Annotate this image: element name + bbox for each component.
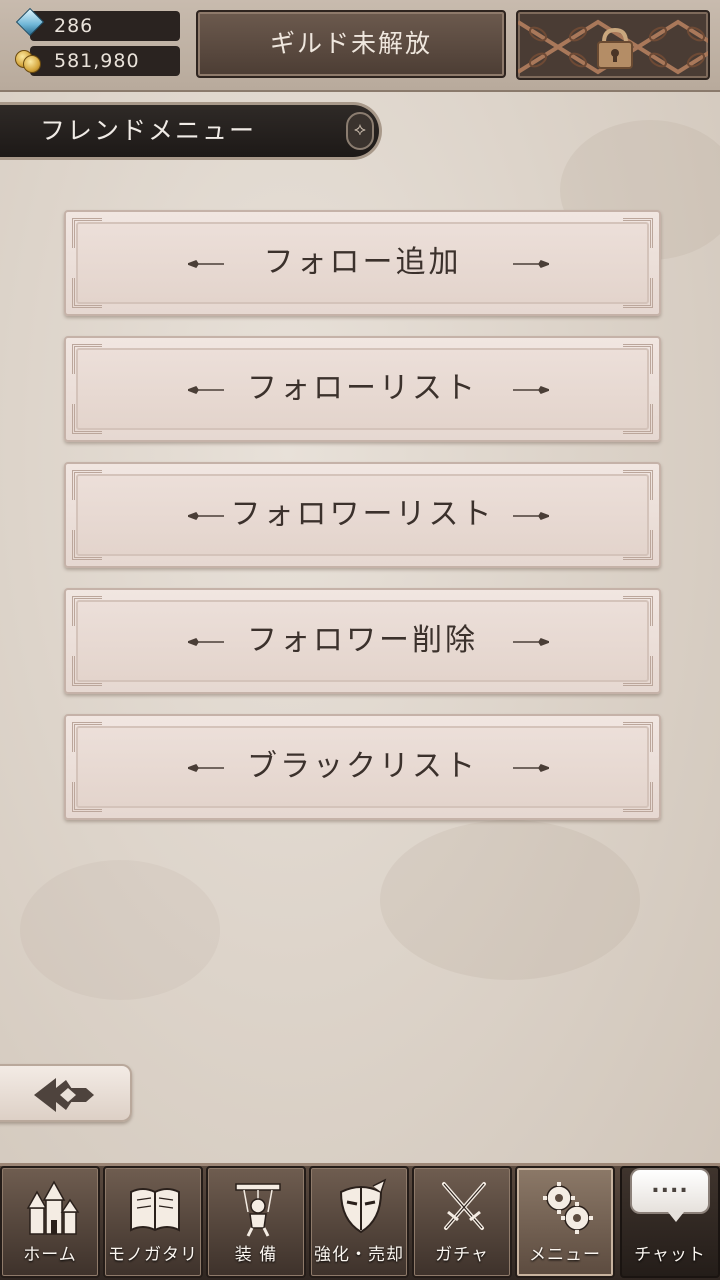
top-bar: 286 581,980 ギルド未解放 bbox=[0, 0, 720, 92]
crossed-swords-icon bbox=[442, 1182, 486, 1230]
guild-label: ギルド未解放 bbox=[269, 29, 432, 58]
chat-bubble-text: .... bbox=[651, 1173, 689, 1198]
nav-label: モノガタリ bbox=[108, 1245, 198, 1265]
menu-button-follow-add[interactable]: フォロー追加 bbox=[64, 210, 661, 316]
title-ornament-icon: ⟡ bbox=[346, 112, 374, 150]
book-icon bbox=[130, 1188, 180, 1232]
nav-equipment[interactable]: 装 備 bbox=[206, 1166, 306, 1278]
puppet-icon bbox=[235, 1183, 281, 1237]
nav-menu[interactable]: メニュー bbox=[515, 1166, 615, 1278]
coin-icon bbox=[15, 50, 41, 74]
nav-enhance-sell[interactable]: 強化・売却 bbox=[309, 1166, 409, 1278]
mask-icon bbox=[339, 1178, 387, 1234]
menu-button-follower-remove[interactable]: フォロワー削除 bbox=[64, 588, 661, 694]
menu-button-label: フォローリスト bbox=[247, 371, 478, 406]
chat-label: チャット bbox=[634, 1245, 706, 1265]
section-title: フレンドメニュー bbox=[0, 102, 382, 160]
nav-label: 強化・売却 bbox=[314, 1245, 404, 1265]
nav-story[interactable]: モノガタリ bbox=[103, 1166, 203, 1278]
gold-counter: 581,980 bbox=[30, 46, 180, 76]
ornament-right-icon bbox=[513, 764, 549, 772]
chat-button[interactable]: .... チャット bbox=[620, 1166, 720, 1278]
section-title-text: フレンドメニュー bbox=[40, 116, 257, 145]
back-arrow-icon bbox=[34, 1078, 94, 1112]
ornament-right-icon bbox=[513, 260, 549, 268]
gem-count: 286 bbox=[54, 15, 94, 37]
menu-button-follower-list[interactable]: フォロワーリスト bbox=[64, 462, 661, 568]
menu-button-label: ブラックリスト bbox=[247, 749, 478, 784]
nav-label: 装 備 bbox=[234, 1245, 278, 1265]
nav-gacha[interactable]: ガチャ bbox=[412, 1166, 512, 1278]
ornament-right-icon bbox=[513, 638, 549, 646]
gears-icon bbox=[543, 1182, 593, 1234]
paper-stain bbox=[380, 820, 640, 980]
nav-home[interactable]: ホーム bbox=[0, 1166, 100, 1278]
locked-feature-button[interactable] bbox=[516, 10, 710, 80]
ornament-right-icon bbox=[513, 386, 549, 394]
castle-icon bbox=[26, 1180, 80, 1235]
chat-bubble-icon: .... bbox=[630, 1168, 710, 1222]
guild-button[interactable]: ギルド未解放 bbox=[196, 10, 506, 78]
paper-stain bbox=[20, 860, 220, 1000]
menu-button-follow-list[interactable]: フォローリスト bbox=[64, 336, 661, 442]
menu-button-blacklist[interactable]: ブラックリスト bbox=[64, 714, 661, 820]
gold-count: 581,980 bbox=[54, 50, 140, 72]
nav-label: ホーム bbox=[23, 1245, 77, 1265]
nav-label: ガチャ bbox=[435, 1245, 489, 1265]
nav-label: メニュー bbox=[529, 1245, 601, 1265]
ornament-right-icon bbox=[513, 512, 549, 520]
padlock-chain-icon bbox=[518, 19, 708, 75]
back-button[interactable] bbox=[0, 1064, 132, 1122]
menu-button-label: フォロワー削除 bbox=[247, 623, 478, 658]
menu-button-label: フォロワーリスト bbox=[230, 497, 495, 532]
menu-button-label: フォロー追加 bbox=[263, 245, 462, 280]
gem-counter: 286 bbox=[30, 11, 180, 41]
